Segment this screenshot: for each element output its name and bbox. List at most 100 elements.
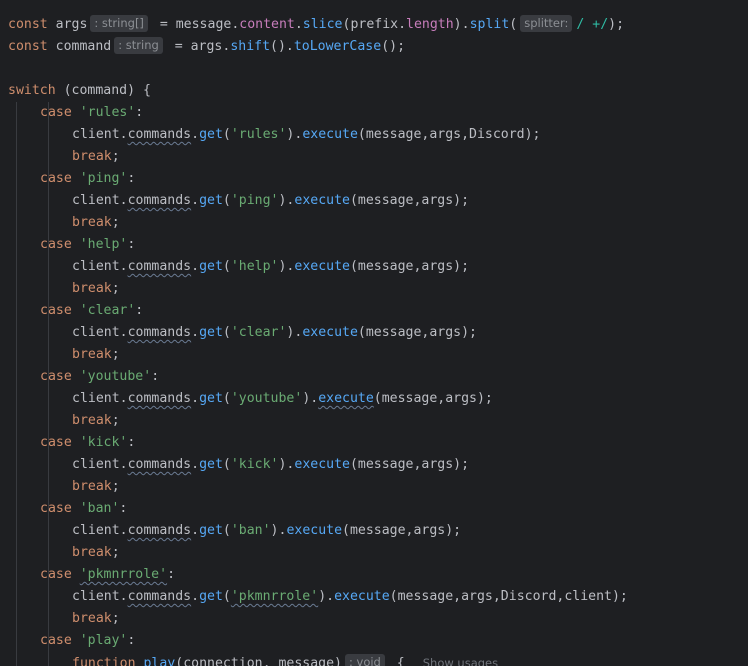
- method: execute: [302, 127, 358, 142]
- code-token: (: [222, 457, 231, 472]
- code-token: ).: [278, 193, 295, 208]
- method: get: [199, 259, 223, 274]
- code-editor[interactable]: const args: string[] = message.content.s…: [0, 0, 748, 666]
- code-token: .: [294, 17, 303, 32]
- method: get: [199, 193, 223, 208]
- code-line-case[interactable]: case 'play':: [8, 630, 628, 652]
- code-token: :: [135, 303, 144, 318]
- code-token: {: [388, 656, 405, 666]
- property: commands: [127, 193, 192, 208]
- method: get: [199, 457, 223, 472]
- property: commands: [127, 391, 192, 406]
- code-line-case[interactable]: case 'help':: [8, 234, 628, 256]
- keyword: case: [40, 105, 72, 120]
- code-line-call[interactable]: client.commands.get('kick').execute(mess…: [8, 454, 628, 476]
- show-usages-link[interactable]: Show usages: [423, 656, 498, 666]
- keyword: case: [40, 435, 72, 450]
- code-line-case[interactable]: case 'ban':: [8, 498, 628, 520]
- variable-name: command: [47, 39, 112, 54]
- code-line-args[interactable]: const args: string[] = message.content.s…: [8, 14, 628, 36]
- keyword: break: [72, 347, 112, 362]
- type-hint: : string[]: [90, 15, 148, 32]
- code-token: = args.: [166, 39, 231, 54]
- keyword: case: [40, 303, 72, 318]
- code-line-break[interactable]: break;: [8, 476, 628, 498]
- keyword: case: [40, 171, 72, 186]
- code-token: client.: [72, 457, 128, 472]
- code-line-case[interactable]: case 'clear':: [8, 300, 628, 322]
- method: execute: [294, 193, 350, 208]
- code-token: :: [151, 369, 160, 384]
- code-line-call[interactable]: client.commands.get('ping').execute(mess…: [8, 190, 628, 212]
- code-line-case[interactable]: case 'ping':: [8, 168, 628, 190]
- string-literal: 'ping': [79, 171, 128, 186]
- method: get: [199, 523, 223, 538]
- code-token: (: [222, 523, 231, 538]
- code-line-switch[interactable]: switch (command) {: [8, 80, 628, 102]
- code-line-blank[interactable]: [8, 58, 628, 80]
- code-token: (: [222, 325, 231, 340]
- code-token: client.: [72, 193, 128, 208]
- code-line-function[interactable]: function play(connection, message): void…: [8, 652, 628, 666]
- keyword: const: [8, 17, 48, 32]
- code-token: :: [119, 501, 128, 516]
- method: slice: [302, 17, 343, 32]
- code-token: :: [127, 171, 136, 186]
- string-literal: 'pkmnrrole': [230, 589, 319, 604]
- property: commands: [127, 523, 192, 538]
- code-token: .: [191, 193, 200, 208]
- code-token: ).: [302, 391, 319, 406]
- code-line-call[interactable]: client.commands.get('youtube').execute(m…: [8, 388, 628, 410]
- code-line-break[interactable]: break;: [8, 608, 628, 630]
- code-line-call[interactable]: client.commands.get('pkmnrrole').execute…: [8, 586, 628, 608]
- code-line-break[interactable]: break;: [8, 344, 628, 366]
- keyword: break: [72, 413, 112, 428]
- code-token: client.: [72, 127, 128, 142]
- code-token: ;: [111, 347, 120, 362]
- method: execute: [318, 391, 374, 406]
- code-token: ;: [111, 149, 120, 164]
- string-literal: 'ping': [230, 193, 279, 208]
- code-token: client.: [72, 259, 128, 274]
- keyword: function: [72, 656, 136, 666]
- code-line-break[interactable]: break;: [8, 542, 628, 564]
- property: commands: [127, 457, 192, 472]
- keyword: break: [72, 545, 112, 560]
- keyword: case: [40, 501, 72, 516]
- code-token: ).: [278, 259, 295, 274]
- code-line-case[interactable]: case 'rules':: [8, 102, 628, 124]
- code-token: :: [127, 633, 136, 648]
- string-literal: 'ban': [79, 501, 120, 516]
- code-token: (: [222, 127, 231, 142]
- code-token: (message,args,Discord,client);: [389, 589, 628, 604]
- method: execute: [334, 589, 390, 604]
- code-line-call[interactable]: client.commands.get('clear').execute(mes…: [8, 322, 628, 344]
- method: execute: [294, 259, 350, 274]
- code-line-call[interactable]: client.commands.get('ban').execute(messa…: [8, 520, 628, 542]
- code-line-break[interactable]: break;: [8, 146, 628, 168]
- code-line-call[interactable]: client.commands.get('rules').execute(mes…: [8, 124, 628, 146]
- function-name: play: [143, 656, 176, 666]
- code-token: ;: [111, 611, 120, 626]
- code-area[interactable]: const args: string[] = message.content.s…: [8, 14, 628, 666]
- code-line-break[interactable]: break;: [8, 212, 628, 234]
- code-token: (: [222, 391, 231, 406]
- code-line-call[interactable]: client.commands.get('help').execute(mess…: [8, 256, 628, 278]
- code-line-case[interactable]: case 'youtube':: [8, 366, 628, 388]
- code-line-break[interactable]: break;: [8, 410, 628, 432]
- code-line-case[interactable]: case 'pkmnrrole':: [8, 564, 628, 586]
- keyword: break: [72, 479, 112, 494]
- code-line-command[interactable]: const command: string = args.shift().toL…: [8, 36, 628, 58]
- keyword: break: [72, 149, 112, 164]
- code-token: (prefix.: [342, 17, 407, 32]
- string-literal: 'help': [79, 237, 128, 252]
- variable-name: args: [47, 17, 88, 32]
- code-token: ).: [286, 127, 303, 142]
- code-token: .: [191, 259, 200, 274]
- code-line-break[interactable]: break;: [8, 278, 628, 300]
- string-literal: 'clear': [79, 303, 136, 318]
- code-token: (command) {: [55, 83, 151, 98]
- code-line-case[interactable]: case 'kick':: [8, 432, 628, 454]
